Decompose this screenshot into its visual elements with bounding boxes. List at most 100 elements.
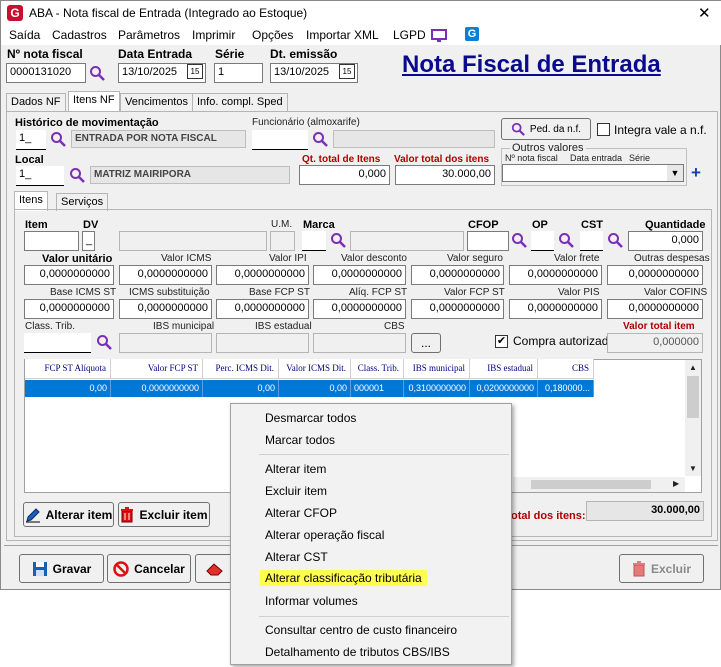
grid-header-valor-icms-dit[interactable]: Valor ICMS Dit.: [279, 359, 351, 379]
cfop-input[interactable]: [467, 231, 509, 251]
tab-info-compl-sped[interactable]: Info. compl. Sped: [192, 93, 288, 111]
menu-item-marcar-todos[interactable]: Marcar todos: [265, 433, 335, 447]
table-row-cell-fcp-st-aliquota[interactable]: 0,00: [25, 380, 111, 397]
chevron-down-icon[interactable]: ▼: [667, 165, 683, 181]
search-icon[interactable]: [89, 65, 105, 81]
menu-item-detalhamento-tributos[interactable]: Detalhamento de tributos CBS/IBS: [265, 645, 450, 659]
serie-input[interactable]: 1: [214, 63, 263, 83]
valor-icms-input[interactable]: 0,0000000000: [119, 265, 212, 285]
valor-ipi-input[interactable]: 0,0000000000: [216, 265, 309, 285]
menu-item-desmarcar-todos[interactable]: Desmarcar todos: [265, 411, 356, 425]
search-icon[interactable]: [558, 232, 574, 248]
cst-input[interactable]: [580, 231, 603, 251]
funcionario-code-input[interactable]: [252, 130, 308, 150]
calendar-icon[interactable]: 15: [339, 64, 355, 79]
table-row-cell-ibs-estadual[interactable]: 0,0200000000: [470, 380, 538, 397]
menu-item-alterar-cst[interactable]: Alterar CST: [265, 550, 328, 564]
search-icon[interactable]: [607, 232, 623, 248]
search-icon[interactable]: [312, 131, 328, 147]
scroll-thumb[interactable]: [687, 376, 699, 418]
outras-despesas-input[interactable]: 0,0000000000: [607, 265, 703, 285]
menu-item-consultar-centro-custo[interactable]: Consultar centro de custo financeiro: [265, 623, 457, 637]
menu-item-alterar-classificacao-tributaria[interactable]: Alterar classificação tributária: [260, 570, 427, 586]
table-row-cell-valor-fcp-st[interactable]: 0,0000000000: [111, 380, 203, 397]
table-row-cell-perc-icms-dit[interactable]: 0,00: [203, 380, 279, 397]
valor-desconto-input[interactable]: 0,0000000000: [313, 265, 406, 285]
scroll-down-icon[interactable]: ▼: [689, 464, 697, 473]
gravar-button[interactable]: Gravar: [19, 554, 104, 583]
horizontal-scroll-thumb[interactable]: [531, 480, 651, 489]
compra-autorizada-checkbox[interactable]: ✔: [495, 335, 508, 348]
grid-header-perc-icms-dit[interactable]: Perc. ICMS Dit.: [203, 359, 279, 379]
grid-header-class-trib[interactable]: Class. Trib.: [351, 359, 404, 379]
table-row-cell-cbs[interactable]: 0,180000...: [538, 380, 594, 397]
grid-header-ibs-estadual[interactable]: IBS estadual: [470, 359, 538, 379]
qt-total-input[interactable]: 0,000: [299, 165, 390, 185]
valor-frete-input[interactable]: 0,0000000000: [509, 265, 602, 285]
table-row-cell-class-trib[interactable]: 000001: [351, 380, 404, 397]
menu-importar-xml[interactable]: Importar XML: [306, 28, 379, 42]
grid-header-fcp-st-aliquota[interactable]: FCP ST Alíquota: [25, 359, 111, 379]
valor-unitario-input[interactable]: 0,0000000000: [24, 265, 114, 285]
local-code-input[interactable]: 1_: [16, 166, 64, 186]
tab-dados-nf[interactable]: Dados NF: [6, 93, 66, 111]
app-g-icon[interactable]: G: [465, 27, 479, 41]
excluir-item-button[interactable]: Excluir item: [118, 502, 210, 527]
grid-header-cbs[interactable]: CBS: [538, 359, 594, 379]
monitor-icon[interactable]: [431, 29, 447, 43]
alterar-item-button[interactable]: Alterar item: [23, 502, 114, 527]
valor-total-input[interactable]: 30.000,00: [395, 165, 495, 185]
menu-item-informar-volumes[interactable]: Informar volumes: [265, 594, 358, 608]
grid-header-ibs-municipal[interactable]: IBS municipal: [404, 359, 470, 379]
search-icon[interactable]: [96, 334, 112, 350]
valor-cofins-input[interactable]: 0,0000000000: [607, 299, 703, 319]
integra-vale-checkbox[interactable]: [597, 123, 610, 136]
menu-saida[interactable]: Saída: [9, 28, 40, 42]
close-icon[interactable]: ✕: [698, 4, 711, 22]
search-icon[interactable]: [330, 232, 346, 248]
menu-cadastros[interactable]: Cadastros: [52, 28, 107, 42]
class-trib-input[interactable]: [24, 333, 91, 353]
item-input[interactable]: [24, 231, 79, 251]
search-icon[interactable]: [50, 131, 66, 147]
cancelar-button[interactable]: Cancelar: [107, 554, 191, 583]
base-icms-st-input[interactable]: 0,0000000000: [24, 299, 114, 319]
search-icon[interactable]: [511, 232, 527, 248]
valor-fcp-st-input[interactable]: 0,0000000000: [411, 299, 504, 319]
search-icon[interactable]: [69, 167, 85, 183]
cbs-details-button[interactable]: ...: [411, 333, 441, 353]
op-input[interactable]: [531, 231, 554, 251]
menu-parametros[interactable]: Parâmetros: [118, 28, 180, 42]
menu-imprimir[interactable]: Imprimir: [192, 28, 235, 42]
marca-code-input[interactable]: [302, 231, 326, 251]
menu-opcoes[interactable]: Opções: [252, 28, 293, 42]
aliq-fcp-st-input[interactable]: 0,0000000000: [313, 299, 406, 319]
menu-item-alterar-item[interactable]: Alterar item: [265, 462, 326, 476]
ped-nf-button[interactable]: Ped. da n.f.: [501, 118, 591, 140]
add-icon[interactable]: +: [691, 163, 701, 183]
table-row-cell-ibs-municipal[interactable]: 0,3100000000: [404, 380, 470, 397]
table-row-cell-valor-icms-dit[interactable]: 0,00: [279, 380, 351, 397]
menu-item-alterar-operacao-fiscal[interactable]: Alterar operação fiscal: [265, 528, 384, 542]
valor-pis-input[interactable]: 0,0000000000: [509, 299, 602, 319]
nota-fiscal-input[interactable]: 0000131020: [6, 63, 86, 83]
tab-itens[interactable]: Itens: [14, 191, 48, 211]
tab-itens-nf[interactable]: Itens NF: [68, 91, 120, 111]
menu-item-excluir-item[interactable]: Excluir item: [265, 484, 327, 498]
outros-valores-select[interactable]: [502, 164, 684, 182]
scroll-right-icon[interactable]: ▶: [673, 479, 679, 488]
icms-substituicao-input[interactable]: 0,0000000000: [119, 299, 212, 319]
scroll-up-icon[interactable]: ▲: [689, 363, 697, 372]
calendar-icon[interactable]: 15: [187, 64, 203, 79]
eraser-button[interactable]: [195, 554, 235, 583]
base-fcp-st-input[interactable]: 0,0000000000: [216, 299, 309, 319]
menu-item-alterar-cfop[interactable]: Alterar CFOP: [265, 506, 337, 520]
tab-vencimentos[interactable]: Vencimentos: [120, 93, 193, 111]
grid-header-valor-fcp-st[interactable]: Valor FCP ST: [111, 359, 203, 379]
dv-input[interactable]: _: [82, 231, 95, 251]
cfop-label: CFOP: [468, 219, 499, 231]
menu-lgpd[interactable]: LGPD: [393, 28, 426, 42]
valor-seguro-input[interactable]: 0,0000000000: [411, 265, 504, 285]
historico-code-input[interactable]: 1_: [16, 130, 46, 150]
quantidade-input[interactable]: 0,000: [628, 231, 703, 251]
